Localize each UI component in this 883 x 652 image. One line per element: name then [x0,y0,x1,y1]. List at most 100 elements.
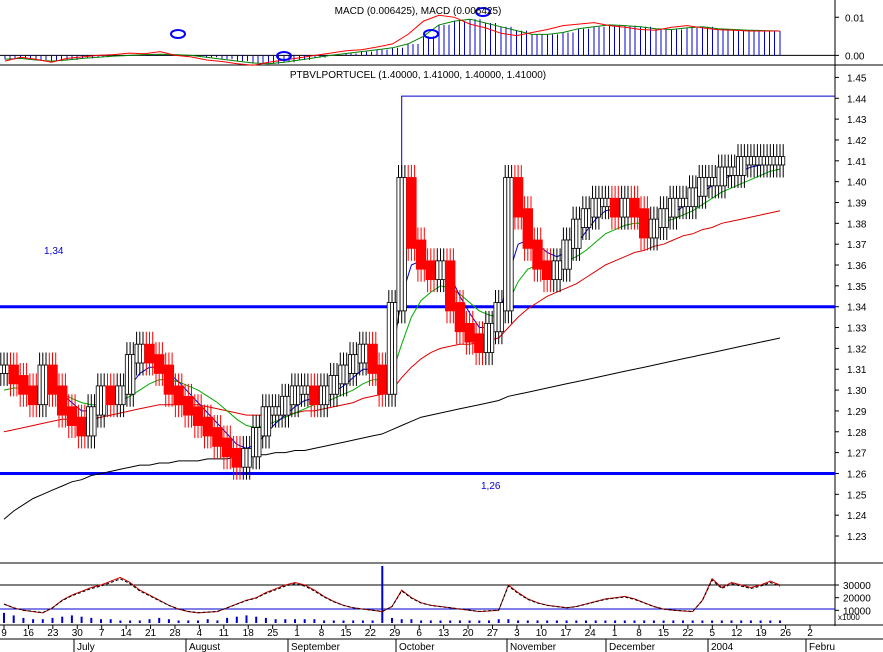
candle-body [144,343,149,364]
candle-body [212,427,217,447]
candle-body [377,364,382,395]
candle-body [170,364,175,395]
x-tick-label: 15 [340,628,352,639]
candle-body [713,177,718,187]
candle-body [580,208,585,228]
candle-body [95,385,100,416]
candle-body [147,343,152,364]
candle-body [157,354,162,374]
candle-body [2,364,7,374]
macd-tick-label: 0.01 [845,13,865,24]
candle-body [347,354,352,374]
candle-body [270,406,275,416]
candle-body [118,385,123,406]
candle-body [671,197,676,218]
macd-tick-label: 0.00 [845,51,865,62]
candle-body [729,166,734,176]
candle-body [111,385,116,406]
candle-body [221,437,226,458]
candle-body [554,260,559,281]
candle-body [706,177,711,187]
candle-body [386,302,391,395]
price-tick-label: 1.40 [847,178,867,189]
candle-body [768,156,773,166]
month-label: September [291,642,341,652]
candle-body [781,156,786,166]
candle-body [596,197,601,218]
candle-body [289,385,294,406]
price-tick-label: 1.23 [847,532,867,543]
candle-body [8,364,13,385]
candle-body [425,260,430,281]
candle-body [231,448,236,468]
x-tick-label: 19 [756,628,768,639]
candle-body [260,406,265,437]
candle-body [542,260,547,281]
candle-body [128,354,133,395]
candle-body [571,218,576,249]
candle-body [415,239,420,270]
x-tick-label: 21 [145,628,157,639]
candle-body [503,177,508,312]
candle-body [681,197,686,208]
candle-body [328,375,333,395]
candle-body [47,364,52,395]
candle-body [616,197,621,218]
candle-body [53,364,58,395]
candle-body [467,322,472,343]
macd-line-1 [4,14,780,66]
candle-body [367,343,372,374]
x-tick-label: 1 [612,628,618,639]
candle-body [199,406,204,426]
x-tick-label: 9 [1,628,7,639]
candle-body [419,239,424,270]
candle-body [254,427,259,458]
candle-body [202,416,207,437]
candle-body [37,364,42,406]
candle-body [393,302,398,395]
candle-body [577,218,582,249]
x-tick-label: 20 [462,628,474,639]
candle-body [195,406,200,426]
candle-body [267,406,272,437]
candle-body [609,197,614,218]
candle-body [645,208,650,239]
candle-body [186,395,191,416]
candle-body [668,197,673,218]
candle-body [89,406,94,437]
candle-body [545,260,550,281]
price-title: PTBVLPORTUCEL (1.40000, 1.41000, 1.40000… [290,70,546,81]
candle-body [325,385,330,406]
candle-body [529,208,534,249]
candle-body [454,302,459,333]
month-label: December [609,642,656,652]
candle-body [677,197,682,208]
support-label-lower: 1,26 [481,481,501,492]
candle-body [438,260,443,281]
candle-body [441,260,446,281]
price-tick-label: 1.39 [847,198,867,209]
candle-body [373,343,378,374]
candle-body [108,385,113,406]
candle-body [412,177,417,249]
candle-body [748,156,753,166]
x-tick-label: 12 [731,628,743,639]
price-tick-label: 1.45 [847,73,867,84]
candle-body [451,260,456,312]
candle-body [758,156,763,166]
x-tick-label: 8 [636,628,642,639]
candle-body [509,177,514,312]
candle-body [309,385,314,406]
candle-body [370,343,375,374]
candle-body [474,333,479,353]
candle-body [215,427,220,447]
volume-signal-line [3,578,781,614]
x-tick-label: 30 [72,628,84,639]
month-label: July [77,642,95,652]
candle-body [14,364,19,385]
month-label: 2004 [711,642,734,652]
candle-body [179,385,184,406]
candle-body [697,177,702,197]
candle-body [684,197,689,208]
candle-body [76,416,81,437]
